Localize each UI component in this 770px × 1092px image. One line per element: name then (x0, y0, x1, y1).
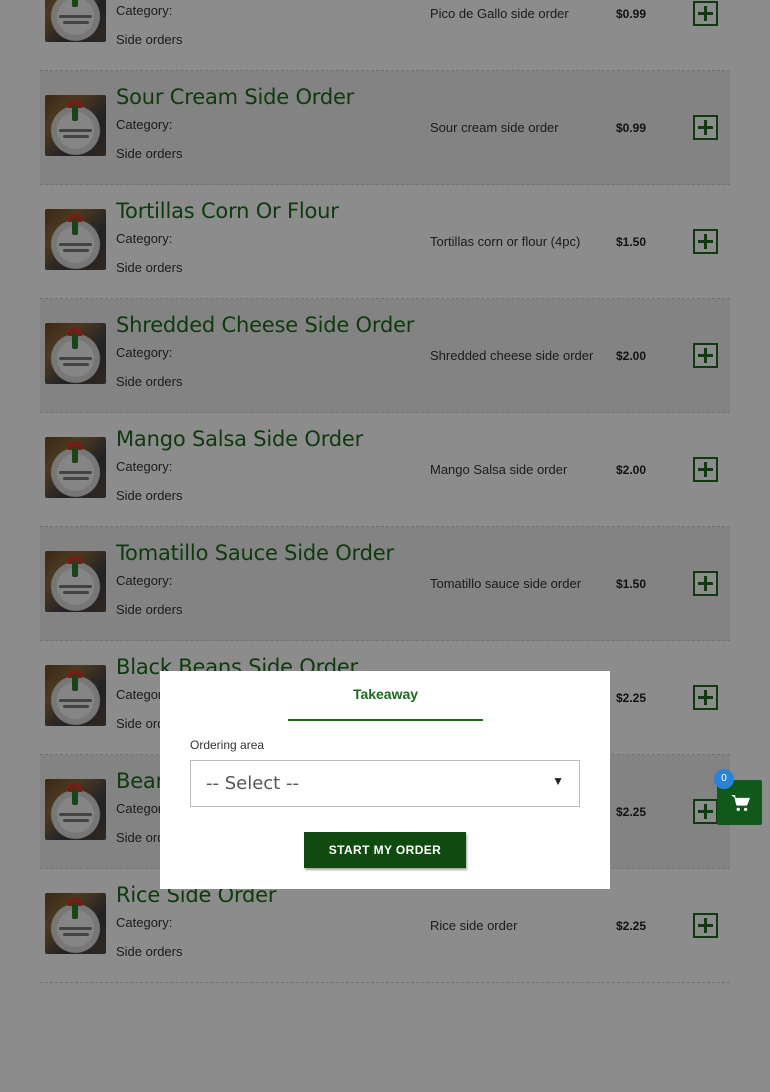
cart-button[interactable]: 0 (714, 769, 762, 825)
select-value: -- Select -- (206, 773, 299, 794)
modal-backdrop[interactable] (0, 0, 770, 1092)
ordering-area-select[interactable]: -- Select -- ▼ (190, 760, 580, 807)
cart-count-badge: 0 (714, 769, 734, 789)
start-order-button[interactable]: START MY ORDER (304, 832, 466, 868)
order-type-modal: Takeaway Ordering area -- Select -- ▼ ST… (160, 671, 610, 889)
tab-takeaway[interactable]: Takeaway (288, 671, 483, 721)
ordering-area-label: Ordering area (190, 738, 265, 752)
caret-down-icon: ▼ (552, 774, 564, 788)
shopping-cart-icon (731, 795, 751, 812)
